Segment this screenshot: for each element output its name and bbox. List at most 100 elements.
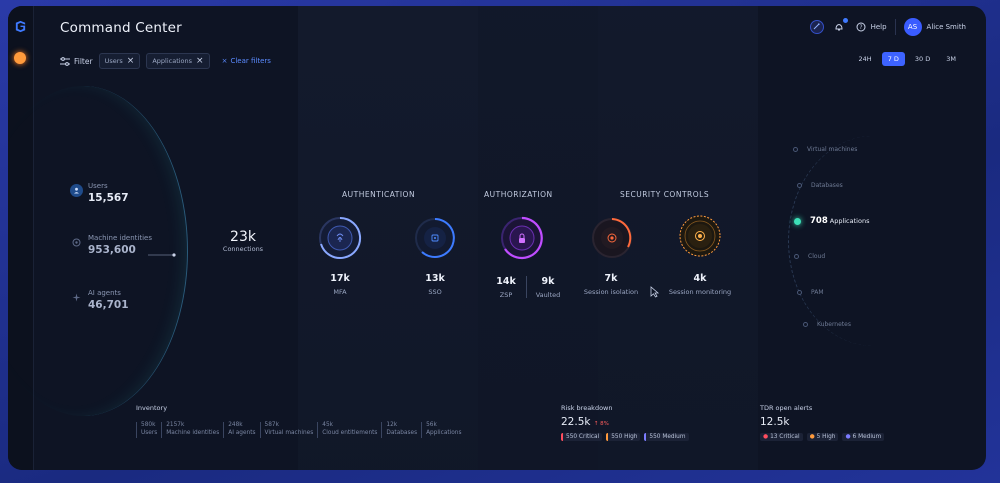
sso-ring[interactable] bbox=[413, 216, 457, 260]
tdr-value: 12.5k bbox=[760, 416, 790, 428]
tdr-tags: ● 13 Critical ● 5 High ● 6 Medium bbox=[760, 433, 885, 441]
ai-assistant-icon[interactable] bbox=[809, 20, 824, 34]
page-title: Command Center bbox=[60, 20, 182, 36]
chip-label: Users bbox=[104, 57, 123, 65]
avatar: AS bbox=[903, 18, 922, 36]
stat-value: 46,701 bbox=[88, 299, 129, 311]
connections-summary: 23k Connections bbox=[218, 229, 268, 253]
tdr-title: TDR open alerts bbox=[760, 404, 813, 412]
cell-label: Users bbox=[141, 429, 158, 436]
inventory-cell[interactable]: 580k Users bbox=[136, 422, 161, 438]
stat-users[interactable]: Users 15,567 bbox=[70, 182, 129, 204]
tdr-tag-medium[interactable]: ● 6 Medium bbox=[842, 433, 885, 441]
metric-label: SSO bbox=[428, 288, 442, 296]
inventory-cell[interactable]: 12k Databases bbox=[381, 422, 421, 438]
alert-icon: ● bbox=[845, 434, 851, 440]
node-dot bbox=[797, 183, 802, 188]
tdr-tag-critical[interactable]: ● 13 Critical bbox=[760, 433, 803, 441]
mouse-cursor-icon bbox=[650, 286, 660, 298]
target-kubernetes[interactable]: Kubernetes bbox=[803, 321, 851, 328]
cell-label: Virtual machines bbox=[264, 429, 314, 436]
stat-label: Users bbox=[88, 182, 108, 190]
metric-label: Vaulted bbox=[535, 291, 561, 299]
metric-value: 9k bbox=[541, 276, 555, 287]
target-pam[interactable]: PAM bbox=[797, 289, 824, 296]
header-actions: ? Help AS Alice Smith bbox=[809, 18, 966, 36]
risk-tag-high[interactable]: 550 High bbox=[606, 433, 641, 441]
target-databases[interactable]: Databases bbox=[797, 182, 843, 189]
target-value: 708 bbox=[810, 216, 828, 226]
risk-title: Risk breakdown bbox=[561, 404, 613, 412]
filter-chip-applications[interactable]: Applications × bbox=[146, 53, 210, 69]
inventory-cell[interactable]: 56k Applications bbox=[421, 422, 465, 438]
filter-bar: Filter Users × Applications × × Clear filte… bbox=[60, 53, 271, 69]
target-virtual-machines[interactable]: Virtual machines bbox=[793, 146, 857, 153]
stat-machine-identities[interactable]: Machine identities 953,600 bbox=[72, 234, 152, 256]
user-icon bbox=[70, 184, 83, 197]
tdr-tag-high[interactable]: ● 5 High bbox=[806, 433, 839, 441]
inventory-cell[interactable]: 45k Cloud entitlements bbox=[317, 422, 381, 438]
cell-value: 56k bbox=[426, 422, 437, 428]
range-3m[interactable]: 3M bbox=[940, 52, 962, 66]
session-monitoring-ring[interactable] bbox=[678, 214, 722, 258]
inventory-cell[interactable]: 2157k Machine identities bbox=[161, 422, 223, 438]
risk-tag-critical[interactable]: 550 Critical bbox=[561, 433, 603, 441]
risk-tags: 550 Critical 550 High 550 Medium bbox=[561, 433, 689, 441]
cell-label: Cloud entitlements bbox=[322, 429, 378, 436]
target-cloud[interactable]: Cloud bbox=[794, 253, 825, 260]
risk-value: 22.5k bbox=[561, 416, 591, 428]
risk-breakdown-panel[interactable]: Risk breakdown 22.5k ↑ 8% 550 Critical 5… bbox=[561, 404, 689, 441]
inventory-cells: 580k Users 2157k Machine identities 248k AI… bbox=[136, 422, 466, 438]
clear-filters-link[interactable]: × Clear filters bbox=[222, 57, 271, 65]
close-icon[interactable]: × bbox=[127, 56, 135, 66]
user-menu[interactable]: AS Alice Smith bbox=[903, 18, 966, 36]
divider bbox=[894, 19, 896, 35]
metric-session-isolation: 7k Session isolation bbox=[576, 273, 646, 296]
filter-label: Filter bbox=[74, 56, 93, 66]
inventory-cell[interactable]: 587k Virtual machines bbox=[259, 422, 318, 438]
connection-line bbox=[148, 253, 176, 257]
cell-label: Machine identities bbox=[166, 429, 220, 436]
cell-value: 587k bbox=[264, 422, 279, 428]
session-isolation-ring[interactable] bbox=[590, 216, 634, 260]
notifications-bell-icon[interactable] bbox=[832, 18, 848, 34]
stat-label: Machine identities bbox=[88, 234, 152, 242]
cell-label: Applications bbox=[426, 429, 462, 436]
alert-icon: ● bbox=[763, 434, 769, 440]
metric-label: Session isolation bbox=[583, 288, 639, 296]
user-name: Alice Smith bbox=[926, 23, 966, 31]
tag-label: 5 High bbox=[816, 434, 836, 440]
close-icon[interactable]: × bbox=[196, 56, 204, 66]
node-dot bbox=[797, 290, 802, 295]
tag-label: 6 Medium bbox=[852, 434, 882, 440]
filter-chip-users[interactable]: Users × bbox=[98, 53, 141, 69]
node-dot bbox=[793, 147, 798, 152]
zsp-ring[interactable] bbox=[500, 216, 544, 260]
metric-value: 7k bbox=[604, 273, 618, 284]
section-authorization: AUTHORIZATION bbox=[484, 190, 553, 199]
mfa-ring[interactable] bbox=[318, 216, 362, 260]
chip-label: Applications bbox=[152, 57, 193, 65]
app-logo-icon[interactable] bbox=[14, 20, 27, 33]
sparkle-icon bbox=[70, 291, 83, 304]
range-30d[interactable]: 30 D bbox=[909, 52, 936, 66]
cell-label: Databases bbox=[386, 429, 418, 436]
status-indicator-icon[interactable] bbox=[14, 52, 26, 64]
metric-value: 4k bbox=[693, 273, 707, 284]
stat-ai-agents[interactable]: AI agents 46,701 bbox=[72, 289, 129, 311]
filter-button[interactable]: Filter bbox=[60, 57, 93, 66]
metric-session-monitoring: 4k Session monitoring bbox=[665, 273, 735, 296]
range-24h[interactable]: 24H bbox=[853, 52, 878, 66]
connections-label: Connections bbox=[222, 245, 264, 253]
section-security-controls: SECURITY CONTROLS bbox=[620, 190, 710, 199]
clear-filters-label: Clear filters bbox=[230, 57, 271, 65]
cell-value: 2157k bbox=[166, 422, 185, 428]
range-7d[interactable]: 7 D bbox=[881, 52, 905, 66]
tdr-alerts-panel[interactable]: TDR open alerts 12.5k ● 13 Critical ● 5 Hi… bbox=[760, 404, 885, 441]
help-button[interactable]: ? Help bbox=[854, 20, 887, 34]
inventory-cell[interactable]: 248k AI agents bbox=[223, 422, 259, 438]
time-range-selector: 24H 7 D 30 D 3M bbox=[853, 52, 962, 66]
risk-tag-medium[interactable]: 550 Medium bbox=[644, 433, 689, 441]
notification-badge bbox=[842, 18, 848, 23]
target-applications[interactable]: 708 Applications bbox=[794, 216, 869, 226]
